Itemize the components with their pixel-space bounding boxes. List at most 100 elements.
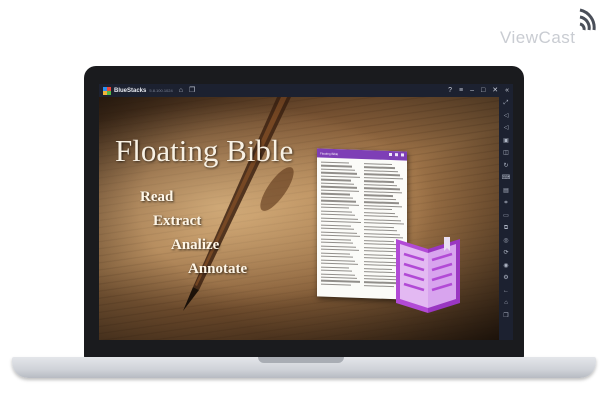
volume-up-icon[interactable]: ◁ xyxy=(504,110,509,123)
scripture-text-line xyxy=(364,239,394,242)
promo-headline: Floating Bible xyxy=(115,133,294,168)
scripture-text-line xyxy=(321,175,361,179)
scripture-text-line xyxy=(364,225,395,229)
scripture-column-left xyxy=(321,161,361,293)
scripture-text-line xyxy=(364,257,396,260)
more-icon xyxy=(401,153,404,157)
scripture-text-line xyxy=(321,185,357,189)
scripture-text-line xyxy=(321,269,352,272)
scripture-text-line xyxy=(321,220,361,224)
screenshot-icon[interactable]: ◫ xyxy=(503,147,509,160)
scripture-text-line xyxy=(321,238,351,241)
window-controls: ? ≡ – □ ✕ « xyxy=(441,84,509,97)
scripture-text-line xyxy=(321,231,357,234)
open-book-icon xyxy=(396,237,460,313)
scripture-text-line xyxy=(364,204,402,208)
scripture-text-line xyxy=(321,234,360,238)
scripture-text-line xyxy=(321,224,352,227)
apk-icon[interactable]: ▤ xyxy=(503,185,509,198)
phone-app-bar: Floating Bible xyxy=(317,148,407,161)
scripture-text-line xyxy=(364,173,401,176)
scripture-text-line xyxy=(321,189,360,192)
scripture-text-line xyxy=(321,262,359,266)
scripture-text-line xyxy=(321,172,358,175)
scripture-text-line xyxy=(364,201,399,204)
app-version: 5.8.100.1024 xyxy=(149,88,173,93)
multi-instance-icon[interactable]: ❐ xyxy=(189,84,195,97)
scripture-text-line xyxy=(321,227,355,231)
home-button-icon[interactable]: ⌂ xyxy=(504,297,508,310)
scripture-text-line xyxy=(321,165,352,168)
scripture-text-line xyxy=(364,211,396,215)
scripture-text-line xyxy=(321,196,353,199)
copy-icon[interactable]: ⧉ xyxy=(504,222,508,235)
home-icon[interactable]: ⌂ xyxy=(179,84,183,97)
scripture-text-line xyxy=(364,267,392,270)
scripture-text-line xyxy=(321,255,353,258)
sync-icon[interactable]: ⟳ xyxy=(503,247,508,260)
scripture-text-line xyxy=(321,217,358,220)
scripture-text-line xyxy=(321,280,361,283)
scripture-text-line xyxy=(321,206,350,210)
scripture-text-line xyxy=(321,199,356,203)
scripture-text-line xyxy=(321,192,351,196)
scripture-text-line xyxy=(364,177,404,180)
scripture-text-line xyxy=(364,180,394,183)
scripture-text-line xyxy=(364,170,398,173)
scripture-text-line xyxy=(321,178,351,182)
scripture-text-line xyxy=(364,166,395,169)
scripture-text-line xyxy=(321,259,356,262)
fullscreen-icon[interactable]: ⤢ xyxy=(504,97,509,110)
bookmark-icon xyxy=(395,153,398,157)
settings-icon[interactable]: ⚙ xyxy=(503,272,508,285)
scripture-text-line xyxy=(364,218,401,222)
back-icon[interactable]: ← xyxy=(503,285,509,298)
scripture-text-line xyxy=(364,190,403,194)
keyboard-icon[interactable]: ⌨ xyxy=(502,172,511,185)
scripture-text-line xyxy=(321,252,350,255)
scripture-text-line xyxy=(321,161,349,164)
scripture-text-line xyxy=(321,283,351,286)
scripture-text-line xyxy=(364,187,400,190)
scripture-text-line xyxy=(364,232,400,236)
app-name: BlueStacks xyxy=(114,87,147,94)
phone-app-bar-icons xyxy=(386,152,404,157)
scripture-text-line xyxy=(364,215,398,218)
bluestacks-logo-icon xyxy=(103,86,111,95)
promo-verb-extract: Extract xyxy=(153,213,202,229)
viewcast-watermark: ViewCast xyxy=(500,6,596,50)
help-icon[interactable]: ? xyxy=(448,84,452,97)
location-icon[interactable]: ◉ xyxy=(503,260,508,273)
scripture-text-line xyxy=(364,229,398,232)
folder-icon[interactable]: ▭ xyxy=(503,210,509,223)
recent-apps-icon[interactable]: ❐ xyxy=(503,310,508,323)
scripture-text-line xyxy=(364,285,394,288)
volume-down-icon[interactable]: ◁ xyxy=(504,122,509,135)
minimize-icon[interactable]: – xyxy=(470,84,474,97)
scan-icon[interactable]: ⌗ xyxy=(504,197,507,210)
scripture-text-line xyxy=(321,203,359,206)
scripture-text-line xyxy=(364,183,397,187)
macro-icon[interactable]: ◎ xyxy=(503,235,508,248)
scripture-text-line xyxy=(364,197,396,201)
scripture-text-line xyxy=(364,222,404,225)
watermark-text: ViewCast xyxy=(500,28,576,47)
phone-app-title: Floating Bible xyxy=(320,151,339,156)
promo-verb-annotate: Annotate xyxy=(188,261,248,277)
maximize-icon[interactable]: □ xyxy=(481,84,485,97)
bluestacks-sidebar: ⤢ ◁ ◁ ▣ ◫ ↻ ⌨ ▤ ⌗ ▭ ⧉ ◎ ⟳ ◉ ⚙ ← ⌂ ❐ xyxy=(499,97,513,340)
scripture-text-line xyxy=(321,210,353,213)
rotate-icon[interactable]: ↻ xyxy=(503,160,508,173)
scripture-text-line xyxy=(321,248,359,252)
scripture-text-line xyxy=(321,241,354,245)
scripture-text-line xyxy=(321,273,355,276)
menu-icon[interactable]: ≡ xyxy=(459,84,463,97)
scripture-text-line xyxy=(364,163,392,166)
close-icon[interactable]: ✕ xyxy=(492,84,498,97)
scripture-text-line xyxy=(321,182,354,185)
promo-verb-read: Read xyxy=(140,189,174,205)
collapse-sidebar-icon[interactable]: « xyxy=(505,84,509,97)
app-content[interactable]: Floating Bible Read Extract Analize Anno… xyxy=(99,97,499,340)
media-icon[interactable]: ▣ xyxy=(503,135,509,148)
scripture-text-line xyxy=(364,253,393,256)
